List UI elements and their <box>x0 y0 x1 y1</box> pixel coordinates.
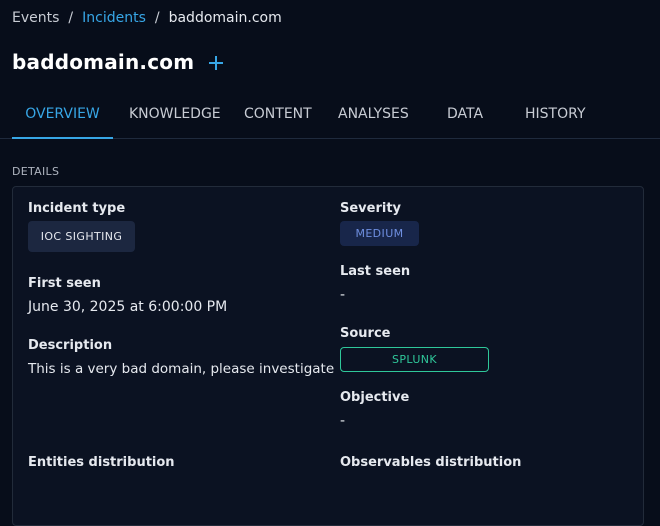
observables-distribution-label: Observables distribution <box>340 455 522 470</box>
description-label: Description <box>28 338 113 353</box>
first-seen-label: First seen <box>28 276 101 291</box>
objective-value: - <box>340 413 346 429</box>
breadcrumb-events[interactable]: Events <box>12 10 59 26</box>
tab-bar: OVERVIEW KNOWLEDGE CONTENT ANALYSES DATA… <box>0 96 660 139</box>
source-label: Source <box>340 326 391 341</box>
plus-icon[interactable] <box>208 55 224 71</box>
breadcrumb-current: baddomain.com <box>168 10 282 26</box>
tab-history[interactable]: HISTORY <box>525 96 586 138</box>
entities-distribution-label: Entities distribution <box>28 455 175 470</box>
breadcrumb-incidents-link[interactable]: Incidents <box>82 10 146 26</box>
description-value: This is a very bad domain, please invest… <box>28 361 335 377</box>
tab-analyses[interactable]: ANALYSES <box>338 96 409 138</box>
page-title: baddomain.com <box>12 50 195 74</box>
details-card: Incident type IOC SIGHTING First seen Ju… <box>12 186 644 526</box>
section-label-details: DETAILS <box>12 165 60 178</box>
severity-badge: MEDIUM <box>340 221 419 246</box>
title-row: baddomain.com <box>12 50 224 74</box>
last-seen-value: - <box>340 287 346 303</box>
breadcrumb: Events / Incidents / baddomain.com <box>12 10 282 26</box>
severity-label: Severity <box>340 201 402 216</box>
breadcrumb-separator: / <box>68 10 74 26</box>
tab-data[interactable]: DATA <box>447 96 483 138</box>
breadcrumb-separator: / <box>154 10 160 26</box>
objective-label: Objective <box>340 390 410 405</box>
incident-type-chip: IOC SIGHTING <box>28 221 135 252</box>
tab-overview[interactable]: OVERVIEW <box>12 96 113 139</box>
last-seen-label: Last seen <box>340 264 411 279</box>
incident-type-label: Incident type <box>28 201 126 216</box>
first-seen-value: June 30, 2025 at 6:00:00 PM <box>28 299 228 315</box>
tab-content[interactable]: CONTENT <box>244 96 312 138</box>
source-badge[interactable]: SPLUNK <box>340 347 489 372</box>
tab-knowledge[interactable]: KNOWLEDGE <box>129 96 221 138</box>
